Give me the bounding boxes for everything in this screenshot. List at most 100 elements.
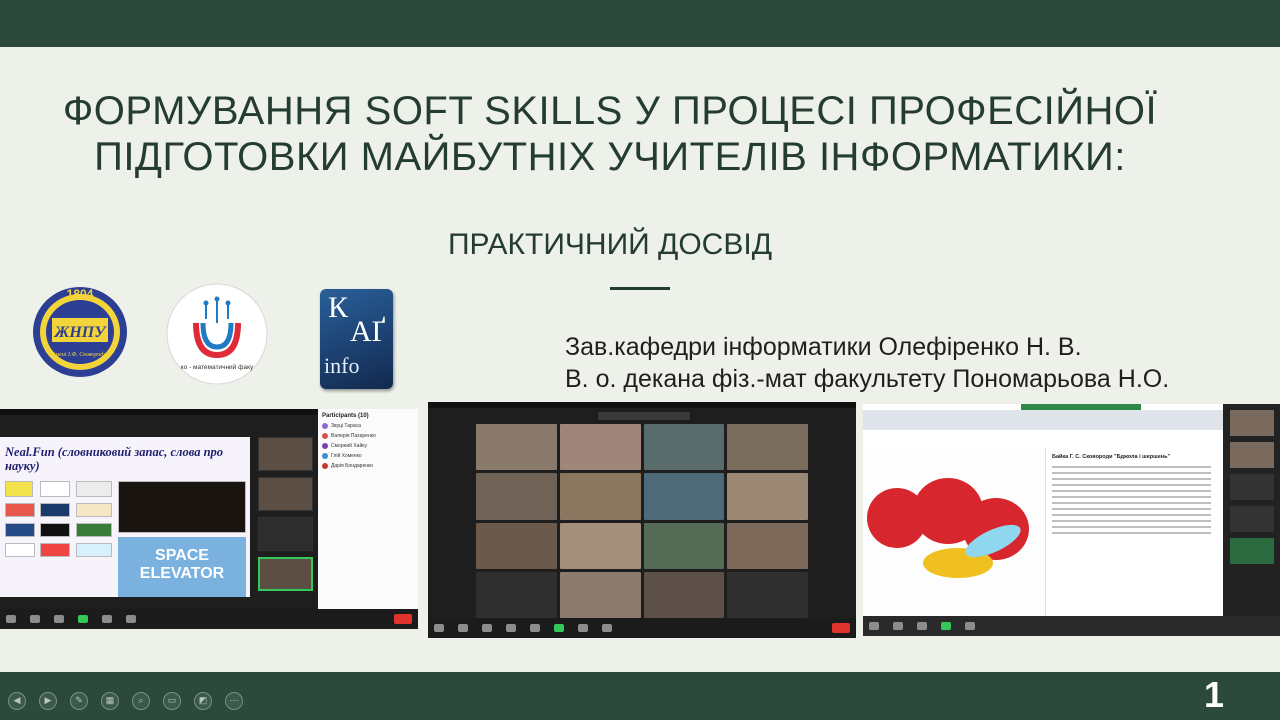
participant-video [1229,474,1274,500]
gallery-video [559,473,641,520]
presentation-controls: ◀ ▶ ✎ ▦ ⌕ ▭ ◩ ⋯ [8,692,256,710]
leave-button [832,623,850,633]
kaf-info-logo: К АҐ info [320,289,393,389]
participant-video [1229,442,1274,468]
video-gallery-grid [476,424,808,618]
participant-video [258,557,313,591]
participant-row[interactable]: Валерія Пахаренко [318,431,418,441]
zoom-screenshot-browser-doc: Байка Г. С. Сковороди "Бджола і шершень" [863,404,1280,636]
text-line [1052,496,1211,498]
title-line-1: ФОРМУВАННЯ SOFT SKILLS У ПРОЦЕСІ ПРОФЕСІ… [62,89,1158,133]
gallery-video [643,522,725,569]
reactions-icon [602,624,612,632]
gallery-video [476,424,557,471]
participants-panel: Participants (10) Звуці Тараса Валерія П… [318,409,418,629]
participant-video [1229,538,1274,564]
text-line [1052,490,1211,492]
gallery-video [476,473,557,520]
participant-video [1229,506,1274,532]
slide-title: ФОРМУВАННЯ SOFT SKILLS У ПРОЦЕСІ ПРОФЕСІ… [20,88,1200,180]
more-options-icon[interactable]: ⋯ [225,692,243,710]
zoom-title-bar [428,402,856,408]
participants-icon [506,624,516,632]
presentation-slide: ФОРМУВАННЯ SOFT SKILLS У ПРОЦЕСІ ПРОФЕСІ… [0,0,1280,720]
zoom-screenshot-gallery [428,402,856,638]
jnpu-name: ЖНПУ [54,324,108,341]
security-icon [482,624,492,632]
authors-block: Зав.кафедри інформатики Олефіренко Н. В.… [565,331,1169,395]
participants-title: Participants (10) [322,413,369,419]
participant-row[interactable]: Звуці Тараса [318,421,418,431]
neal-tile [76,523,112,537]
previous-slide-icon[interactable]: ◀ [8,692,26,710]
next-slide-icon[interactable]: ▶ [39,692,57,710]
share-screen-icon [554,624,564,632]
gallery-video [727,473,808,520]
participant-video [1229,410,1274,436]
mute-icon [869,622,879,630]
slide-number: 1 [1204,674,1225,715]
video-thumbnails [258,437,313,609]
jnpu-sub: імені І.Ф. Сковороди [54,351,107,358]
neal-tile [5,523,35,537]
video-icon [458,624,468,632]
zoom-screenshot-neal-fun: Neal.Fun (словниковий запас, слова про н… [0,409,418,629]
neal-tile [40,481,70,497]
participant-name: Валерія Пахаренко [331,433,376,439]
participant-video [258,517,313,551]
kaf-letter-k: К [328,291,349,324]
text-line [1052,472,1211,474]
recording-notice [598,412,690,420]
title-separator [610,287,670,290]
zoom-toolbar [863,616,1280,636]
subtitles-icon[interactable]: ▭ [163,692,181,710]
space-elevator-tile: SPACE ELEVATOR [118,537,246,597]
bee-cartoon [863,448,1045,628]
gallery-video [476,522,557,569]
faculty-logo: ко - математичний факу [166,283,268,385]
zoom-icon[interactable]: ⌕ [132,692,150,710]
neal-tile [40,503,70,517]
mute-icon [6,615,16,623]
neal-tile [40,523,70,537]
neal-tile [5,543,35,557]
document-title: Байка Г. С. Сковороди "Бджола і шершень" [1052,454,1171,460]
gallery-video [559,571,641,618]
gallery-video [643,571,725,618]
title-line-2: ПІДГОТОВКИ МАЙБУТНІХ УЧИТЕЛІВ ІНФОРМАТИК… [94,135,1126,179]
zoom-toolbar [428,618,856,638]
participant-name: Дарія Бондаренко [331,463,374,469]
kaf-info-text: info [324,353,360,378]
participant-avatar [322,433,328,439]
text-line [1052,478,1211,480]
author-head-of-department: Зав.кафедри інформатики Олефіренко Н. В. [565,333,1082,361]
pen-icon[interactable]: ✎ [70,692,88,710]
author-dean: В. о. декана фіз.-мат факультету Пономар… [565,365,1170,393]
participant-strip [1223,404,1280,636]
participant-avatar [322,443,328,449]
screen-icon[interactable]: ◩ [194,692,212,710]
document-page: Байка Г. С. Сковороди "Бджола і шершень" [1045,448,1217,628]
text-line [1052,514,1211,516]
top-bar [0,0,1280,47]
text-line [1052,508,1211,510]
chat-icon [102,615,112,623]
all-slides-icon[interactable]: ▦ [101,692,119,710]
faculty-ring-text: ко - математичний факу [181,363,254,371]
gallery-video [643,424,725,471]
participant-row[interactable]: Дарія Бондаренко [318,461,418,471]
text-line [1052,526,1211,528]
neal-fun-slide: Neal.Fun (словниковий запас, слова про н… [0,437,250,597]
text-line [1052,466,1211,468]
gallery-video [559,424,641,471]
participant-row[interactable]: Сморний Хайку [318,441,418,451]
participant-avatar [322,463,328,469]
video-icon [893,622,903,630]
participant-avatar [322,423,328,429]
gallery-video [727,571,808,618]
record-icon [965,622,975,630]
participant-row[interactable]: Глій Хоменко [318,451,418,461]
participant-avatar [322,453,328,459]
neal-fun-title: Neal.Fun (словниковий запас, слова про н… [5,445,224,473]
participants-icon [917,622,927,630]
